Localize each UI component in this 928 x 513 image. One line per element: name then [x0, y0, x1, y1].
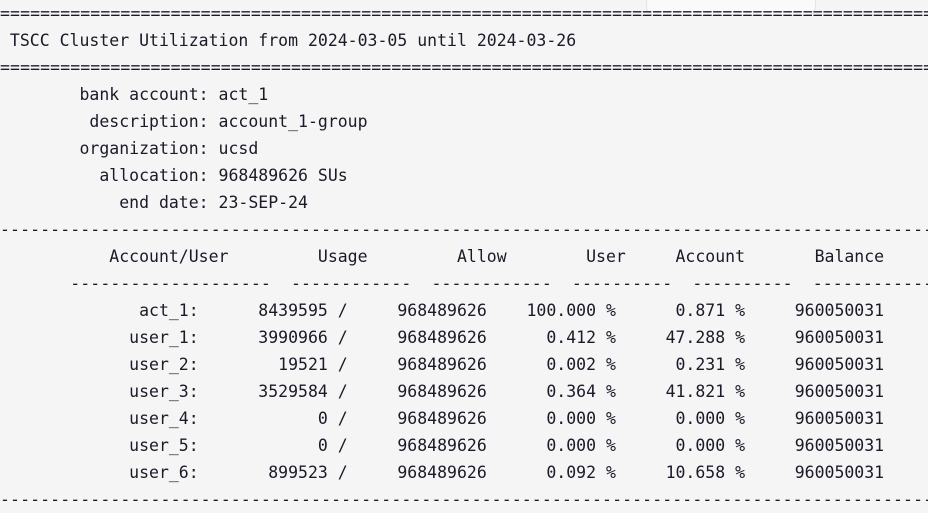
- table-row: user_6: 899523 / 968489626 0.092 % 10.65…: [0, 463, 885, 482]
- metadata-organization: organization: ucsd: [0, 139, 259, 158]
- metadata-end-date: end date: 23-SEP-24: [0, 193, 308, 212]
- metadata-allocation: allocation: 968489626 SUs: [0, 166, 348, 185]
- metadata-dash-rule: ----------------------------------------…: [0, 220, 928, 239]
- table-row: user_5: 0 / 968489626 0.000 % 0.000 % 96…: [0, 436, 885, 455]
- table-bottom-dash-rule: ----------------------------------------…: [0, 490, 928, 509]
- metadata-description: description: account_1-group: [0, 112, 368, 131]
- table-row: user_2: 19521 / 968489626 0.002 % 0.231 …: [0, 355, 885, 374]
- report-title-line: TSCC Cluster Utilization from 2024-03-05…: [0, 31, 577, 50]
- table-row: user_3: 3529584 / 968489626 0.364 % 41.8…: [0, 382, 885, 401]
- table-header-row: Account/User Usage Allow User Account Ba…: [0, 247, 885, 266]
- table-row: act_1: 8439595 / 968489626 100.000 % 0.8…: [0, 301, 885, 320]
- metadata-bank-account: bank account: act_1: [0, 85, 269, 104]
- table-row: user_1: 3990966 / 968489626 0.412 % 47.2…: [0, 328, 885, 347]
- table-row: user_4: 0 / 968489626 0.000 % 0.000 % 96…: [0, 409, 885, 428]
- top-equals-rule: ========================================…: [0, 4, 928, 23]
- table-column-underline: -------------------- ------------ ------…: [0, 274, 928, 293]
- terminal-output[interactable]: ========================================…: [0, 0, 928, 509]
- title-underline-equals-rule: ========================================…: [0, 58, 928, 77]
